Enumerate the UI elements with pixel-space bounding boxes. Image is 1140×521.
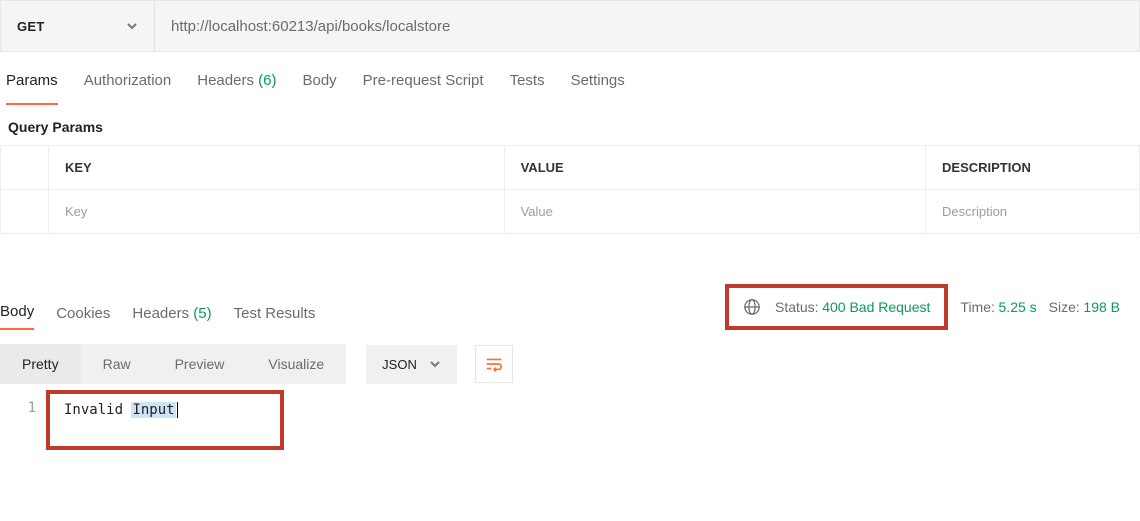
view-preview[interactable]: Preview (153, 344, 247, 384)
wrap-icon (484, 354, 504, 374)
query-params-title: Query Params (0, 105, 1140, 145)
restab-headers-label: Headers (132, 305, 189, 322)
col-key: KEY (49, 146, 505, 190)
http-method-select[interactable]: GET (1, 1, 155, 51)
view-raw[interactable]: Raw (81, 344, 153, 384)
body-highlight-box: Invalid Input (46, 390, 284, 450)
line-gutter: 1 (0, 390, 46, 450)
response-headers-count: (5) (193, 305, 211, 322)
tab-authorization[interactable]: Authorization (84, 72, 172, 105)
row-handle (1, 190, 49, 234)
col-value: VALUE (504, 146, 925, 190)
param-row[interactable]: Key Value Description (1, 190, 1140, 234)
format-label: JSON (382, 357, 417, 372)
view-pretty[interactable]: Pretty (0, 344, 81, 384)
tab-headers[interactable]: Headers (6) (197, 72, 276, 105)
status-highlight-box: Status: 400 Bad Request (725, 284, 948, 330)
size-value: 198 B (1083, 299, 1120, 315)
restab-body[interactable]: Body (0, 303, 34, 330)
tab-headers-label: Headers (197, 72, 254, 89)
url-input[interactable]: http://localhost:60213/api/books/localst… (155, 1, 1139, 51)
body-format-select[interactable]: JSON (366, 345, 457, 384)
response-body-area[interactable]: 1 Invalid Input (0, 390, 1140, 450)
headers-count: (6) (258, 72, 276, 89)
params-table: KEY VALUE DESCRIPTION Key Value Descript… (0, 145, 1140, 234)
restab-testresults[interactable]: Test Results (234, 305, 316, 330)
key-input[interactable]: Key (49, 190, 505, 234)
line-number: 1 (0, 400, 36, 416)
view-visualize[interactable]: Visualize (246, 344, 346, 384)
response-tabs: Body Cookies Headers (5) Test Results St… (0, 284, 1140, 330)
view-group: Pretty Raw Preview Visualize (0, 344, 346, 384)
description-input[interactable]: Description (926, 190, 1140, 234)
tab-prerequest[interactable]: Pre-request Script (363, 72, 484, 105)
size-label: Size: (1049, 299, 1080, 315)
chevron-down-icon (429, 358, 441, 370)
word-invalid: Invalid (64, 402, 123, 418)
method-label: GET (17, 19, 45, 34)
time-label: Time: (960, 299, 994, 315)
request-tabs: Params Authorization Headers (6) Body Pr… (0, 52, 1140, 105)
globe-icon (743, 298, 761, 316)
tab-settings[interactable]: Settings (571, 72, 625, 105)
wrap-lines-button[interactable] (475, 345, 513, 383)
code-line: Invalid Input (64, 402, 178, 418)
tab-params[interactable]: Params (6, 72, 58, 105)
col-description: DESCRIPTION (926, 146, 1140, 190)
url-text: http://localhost:60213/api/books/localst… (171, 18, 450, 35)
response-meta: Status: 400 Bad Request Time: 5.25 s Siz… (725, 284, 1140, 330)
body-toolbar: Pretty Raw Preview Visualize JSON (0, 344, 1140, 384)
time-value: 5.25 s (999, 299, 1037, 315)
status-value: 400 Bad Request (822, 299, 930, 315)
word-input-highlighted: Input (131, 402, 175, 418)
status-label: Status: (775, 299, 819, 315)
tab-body[interactable]: Body (302, 72, 336, 105)
restab-headers[interactable]: Headers (5) (132, 305, 211, 330)
value-input[interactable]: Value (504, 190, 925, 234)
col-handle (1, 146, 49, 190)
chevron-down-icon (126, 20, 138, 32)
tab-tests[interactable]: Tests (510, 72, 545, 105)
restab-cookies[interactable]: Cookies (56, 305, 110, 330)
text-cursor (177, 402, 178, 418)
